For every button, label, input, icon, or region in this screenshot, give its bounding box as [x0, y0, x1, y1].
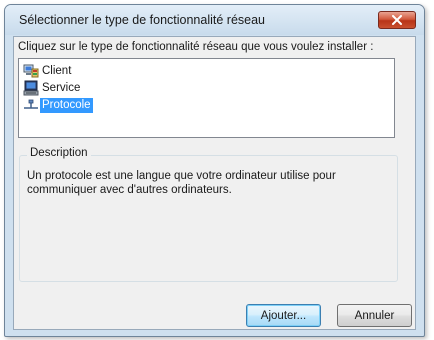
close-button[interactable] — [378, 11, 416, 29]
list-item-service[interactable]: Service — [23, 80, 143, 96]
cancel-button[interactable]: Annuler — [337, 304, 412, 327]
title-bar[interactable]: Sélectionner le type de fonctionnalité r… — [5, 5, 424, 35]
feature-type-list[interactable]: Client Service Protocole — [18, 58, 395, 138]
list-item-protocol[interactable]: Protocole — [23, 97, 143, 113]
add-button[interactable]: Ajouter... — [246, 304, 321, 327]
list-item-label: Protocole — [40, 97, 93, 113]
description-legend: Description — [27, 147, 91, 159]
list-item-label: Client — [42, 64, 72, 77]
network-client-icon — [23, 64, 39, 78]
window-title: Sélectionner le type de fonctionnalité r… — [19, 13, 265, 27]
list-item-client[interactable]: Client — [23, 63, 143, 79]
network-service-icon — [23, 80, 39, 96]
instruction-label: Cliquez sur le type de fonctionnalité ré… — [18, 41, 374, 53]
dialog-window: Sélectionner le type de fonctionnalité r… — [4, 4, 425, 337]
description-text: Un protocole est une langue que votre or… — [27, 170, 336, 196]
network-protocol-icon — [24, 99, 38, 109]
list-item-label: Service — [42, 81, 81, 94]
close-icon — [392, 15, 402, 25]
